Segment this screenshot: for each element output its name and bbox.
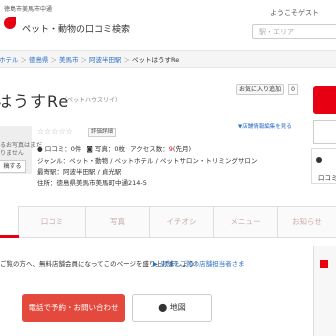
shop-address: 住所：徳島県美馬市美馬町中通214-5 xyxy=(37,179,147,187)
tab-menu[interactable]: メニュー xyxy=(214,206,278,238)
active-tab-indicator xyxy=(0,235,19,238)
side-panel-marker-icon xyxy=(320,260,328,268)
reserve-side-button[interactable] xyxy=(313,86,336,114)
breadcrumb-item-tokushima[interactable]: 徳島県 xyxy=(29,56,49,64)
map-pin-icon: ⬤ xyxy=(158,303,168,312)
breadcrumb-item-hotel[interactable]: ホテル xyxy=(0,56,19,64)
no-photo-line-2: りません xyxy=(0,150,24,157)
side-action-button[interactable] xyxy=(313,120,336,144)
shop-name: はうすRe xyxy=(0,92,70,111)
call-reserve-button[interactable]: 電話で予約・お問い合わせ xyxy=(22,294,125,322)
rating-stars: ☆☆☆☆☆ xyxy=(37,127,73,136)
post-photo-button[interactable]: 稿する xyxy=(0,160,26,173)
photos-label: 写真： xyxy=(94,145,115,153)
tab-recommend[interactable]: イチオシ xyxy=(150,206,214,238)
side-review-label[interactable]: 口コミ xyxy=(318,172,336,182)
shop-genre: ジャンル：ペット・動物 / ペットホテル / ペットサロン・トリミングサロン xyxy=(37,157,258,165)
breadcrumb-separator: ＞ xyxy=(20,56,28,64)
reviews-count: 0件 xyxy=(70,145,82,153)
shop-kana: （ペットハウスリイ） xyxy=(61,97,122,104)
review-bubble-icon xyxy=(316,157,322,163)
rating-detail-button[interactable]: 評価詳細 xyxy=(88,128,117,137)
station-area-search-input[interactable]: 駅・エリア xyxy=(252,24,336,39)
map-button[interactable]: ⬤ 地図 xyxy=(132,294,212,322)
breadcrumb: ホテル＞徳島県＞美馬市＞阿波半田駅＞ペットはうすRe xyxy=(0,54,179,64)
access-label: アクセス数： xyxy=(130,145,169,153)
reviews-label: 口コミ： xyxy=(44,145,71,153)
breadcrumb-separator: ＞ xyxy=(123,56,131,64)
shop-stats: ● 口コミ：0件 ◙ 写真：0枚 アクセス数：9(先月) xyxy=(37,143,191,153)
comment-icon: ● xyxy=(37,145,43,153)
tab-reviews[interactable]: 口コミ xyxy=(19,206,86,238)
camera-icon: ◙ xyxy=(86,145,93,153)
tab-photos[interactable]: 写真 xyxy=(86,206,150,238)
photos-count: 0枚 xyxy=(114,145,125,153)
welcome-text: ようこそゲスト xyxy=(270,9,319,17)
add-favorite-button[interactable]: お気に入り追加 xyxy=(236,84,284,95)
site-logo-icon[interactable] xyxy=(4,17,16,29)
breadcrumb-item-station[interactable]: 阿波半田駅 xyxy=(89,56,122,64)
no-photo-line-1: るお写真はまだ xyxy=(0,142,43,149)
breadcrumb-current: ペットはうすRe xyxy=(132,56,180,64)
owner-info-edit-link[interactable]: ▼店舗情報編集を見る xyxy=(238,122,292,130)
tab-news[interactable]: お知らせ xyxy=(278,206,336,238)
shop-station: 最寄駅：阿波半田駅 / 貞光駅 xyxy=(37,168,122,176)
no-photo-text: るお写真はまだ りません xyxy=(0,142,42,158)
tab-top[interactable] xyxy=(0,206,19,238)
owner-notice-link[interactable]: ▶ 店舗をご覧の店舗担当者さま xyxy=(153,258,245,268)
breadcrumb-separator: ＞ xyxy=(50,56,58,64)
header-area-label: 徳島市美馬市中通 xyxy=(4,6,53,13)
site-title[interactable]: ペット・動物の口コミ検索 xyxy=(22,22,130,35)
map-button-label: 地図 xyxy=(169,303,186,312)
breadcrumb-item-mima[interactable]: 美馬市 xyxy=(59,56,79,64)
favorite-count: 0 xyxy=(288,84,298,95)
breadcrumb-separator: ＞ xyxy=(80,56,88,64)
access-unit: (先月) xyxy=(172,145,191,153)
